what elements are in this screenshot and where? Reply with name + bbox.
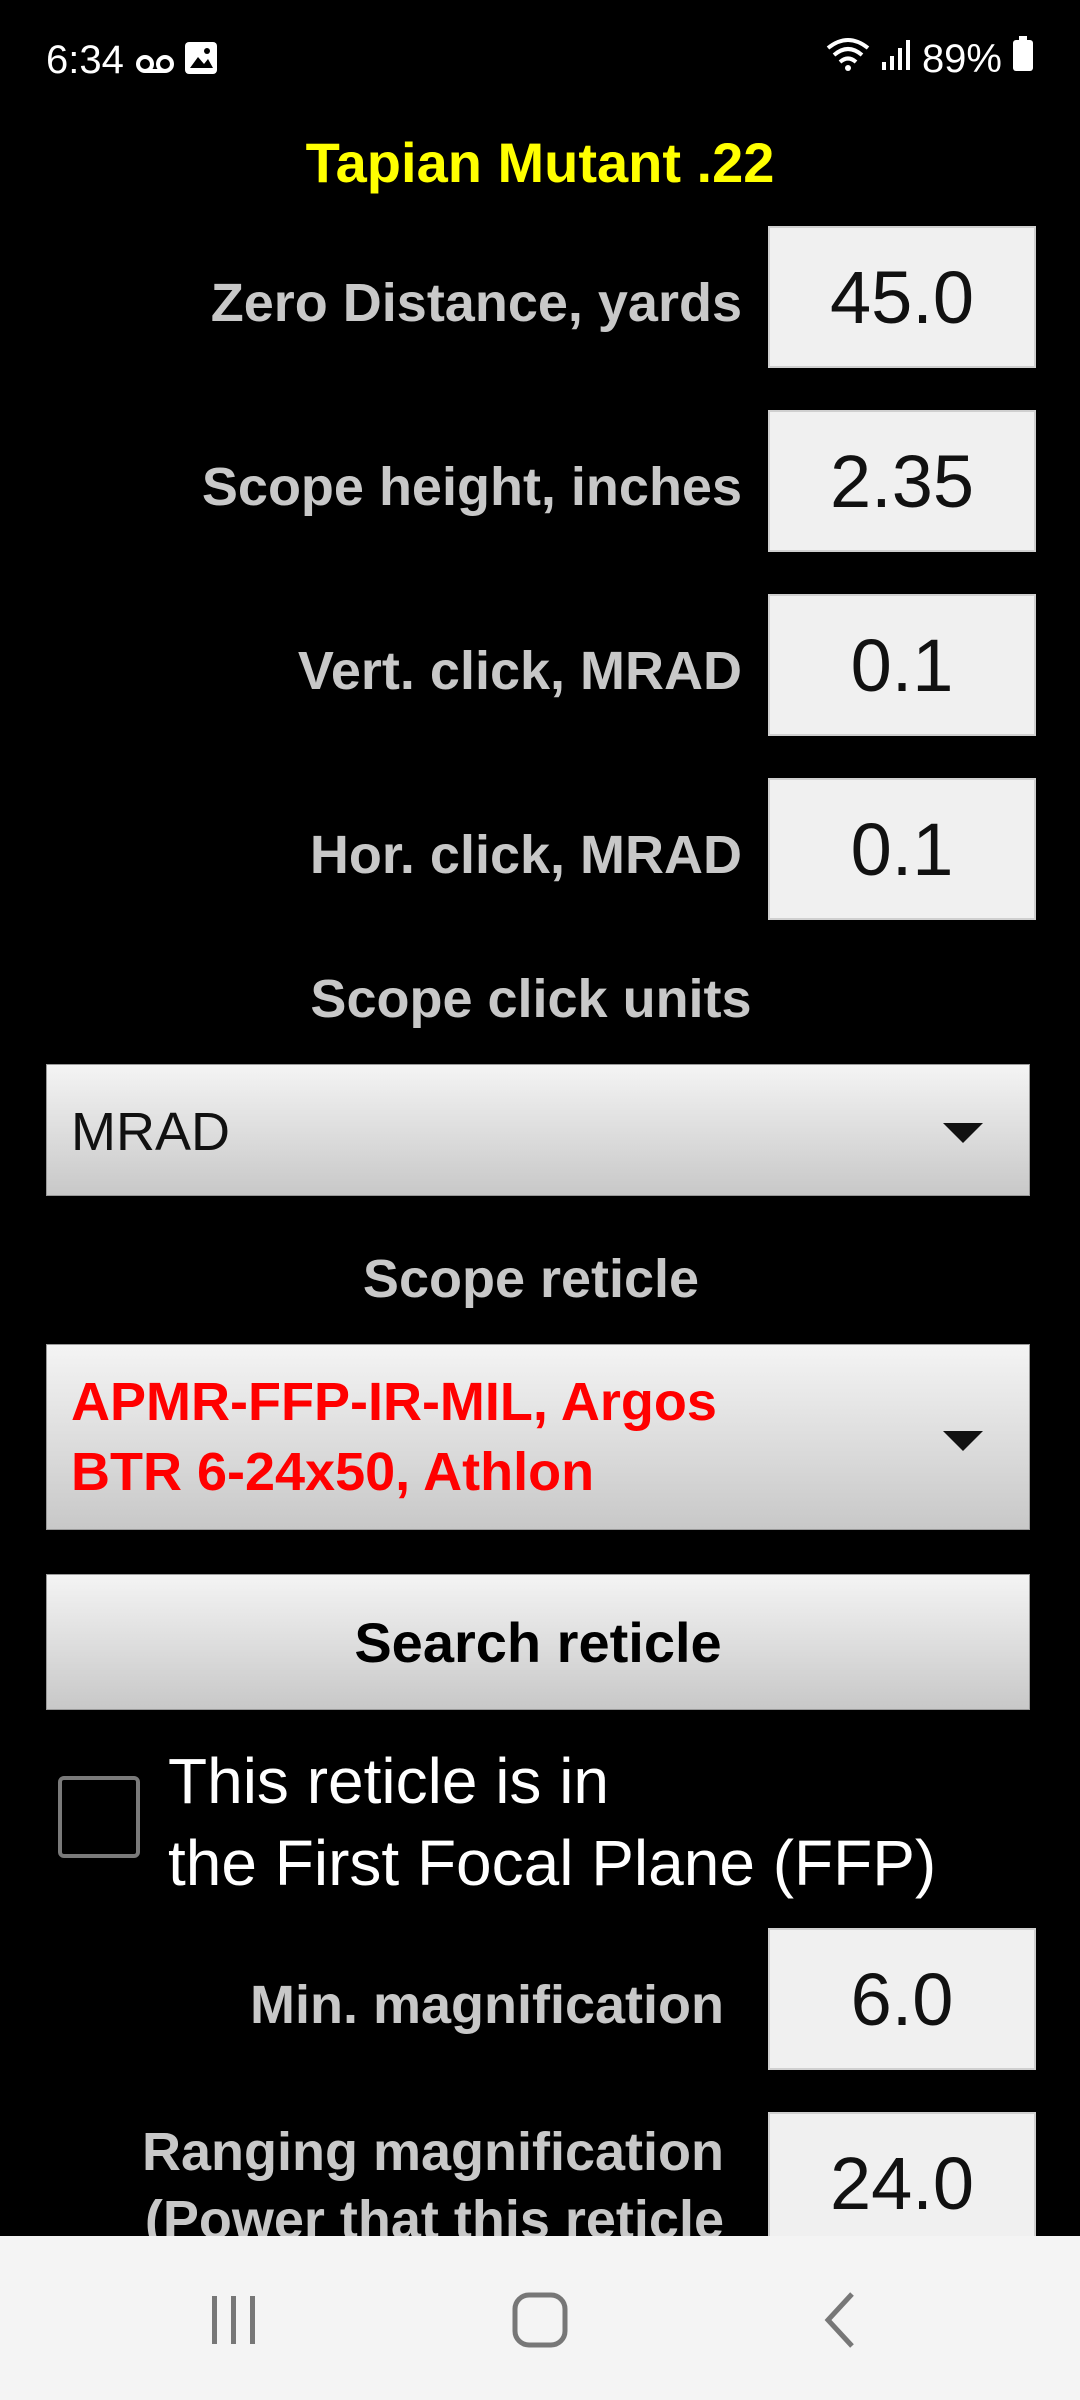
- wifi-icon: [826, 36, 870, 82]
- app-screen: { "status_bar": { "time": "6:34", "batte…: [0, 0, 1080, 2400]
- home-icon[interactable]: [510, 2290, 570, 2355]
- ffp-label-line2: the First Focal Plane (FFP): [168, 1827, 937, 1899]
- ffp-checkbox-label[interactable]: This reticle is in the First Focal Plane…: [168, 1740, 1048, 1904]
- scope-reticle-heading: Scope reticle: [362, 1249, 700, 1309]
- app-title: Tapian Mutant .22: [305, 131, 775, 194]
- hor-click-input[interactable]: 0.1: [768, 778, 1036, 920]
- min-magnification-input[interactable]: 6.0: [768, 1928, 1036, 2070]
- hor-click-label: Hor. click, MRAD: [309, 825, 742, 885]
- ranging-magnification-label: Ranging magnification (Power that this r…: [142, 2118, 724, 2254]
- scope-reticle-value-line1: APMR-FFP-IR-MIL, Argos: [71, 1372, 717, 1432]
- chevron-down-icon: [943, 1431, 983, 1451]
- scope-click-units-value: MRAD: [71, 1102, 230, 1162]
- min-magnification-label: Min. magnification: [249, 1975, 724, 2035]
- scope-height-label: Scope height, inches: [201, 457, 742, 517]
- chevron-down-icon: [943, 1123, 983, 1143]
- battery-percent: 89%: [921, 36, 1002, 81]
- scope-click-units-heading: Scope click units: [310, 969, 752, 1029]
- scope-reticle-dropdown[interactable]: APMR-FFP-IR-MIL, Argos BTR 6-24x50, Athl…: [46, 1344, 1030, 1530]
- image-icon: [184, 40, 218, 85]
- scope-reticle-value: APMR-FFP-IR-MIL, Argos BTR 6-24x50, Athl…: [71, 1367, 717, 1507]
- status-bar: 6:34 89%: [0, 0, 1080, 120]
- search-reticle-button[interactable]: Search reticle: [46, 1574, 1030, 1710]
- back-icon[interactable]: [820, 2290, 860, 2355]
- battery-icon: [1012, 36, 1034, 82]
- ffp-label-line1: This reticle is in: [168, 1745, 609, 1817]
- status-right-cluster: 89%: [826, 36, 1034, 82]
- ranging-magnification-input[interactable]: 24.0: [768, 2112, 1036, 2254]
- zero-distance-label: Zero Distance, yards: [210, 273, 742, 333]
- system-nav-bar: [0, 2236, 1080, 2400]
- zero-distance-input[interactable]: 45.0: [768, 226, 1036, 368]
- voicemail-icon: [136, 44, 174, 89]
- recent-apps-icon[interactable]: [206, 2292, 262, 2353]
- status-time: 6:34: [46, 38, 124, 82]
- scope-height-input[interactable]: 2.35: [768, 410, 1036, 552]
- scope-click-units-dropdown[interactable]: MRAD: [46, 1064, 1030, 1196]
- vert-click-input[interactable]: 0.1: [768, 594, 1036, 736]
- ranging-magnification-label-line1: Ranging magnification: [141, 2122, 724, 2182]
- scope-reticle-value-line2: BTR 6-24x50, Athlon: [71, 1442, 595, 1502]
- signal-icon: [880, 37, 912, 82]
- ffp-checkbox[interactable]: [58, 1776, 140, 1858]
- vert-click-label: Vert. click, MRAD: [297, 641, 742, 701]
